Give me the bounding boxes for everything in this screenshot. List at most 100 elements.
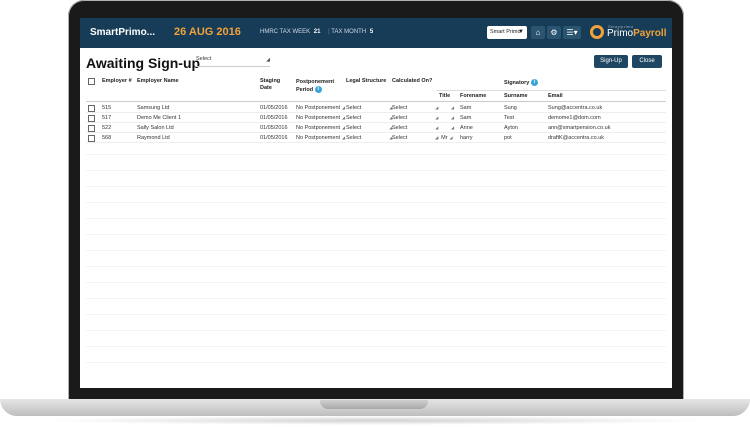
- calculated-on-value: Select: [392, 105, 408, 111]
- col-postponement[interactable]: Period i: [296, 86, 322, 94]
- cell-staging-date: 01/05/2016: [260, 125, 288, 131]
- row-checkbox[interactable]: [88, 115, 95, 122]
- row-checkbox[interactable]: [88, 125, 95, 132]
- ruled-line: [86, 298, 666, 299]
- info-icon[interactable]: i: [314, 86, 322, 93]
- postponement-select[interactable]: No Postponement ◢: [296, 105, 345, 111]
- row-divider: [86, 112, 666, 113]
- col-title[interactable]: Title: [439, 93, 450, 100]
- legal-structure-select[interactable]: Select ◢: [346, 115, 392, 121]
- legal-structure-value: Select: [346, 105, 362, 111]
- select-grip-icon: ◢: [451, 125, 455, 130]
- col-legal-structure[interactable]: Legal Structure: [346, 78, 386, 85]
- legal-structure-select[interactable]: Select ◢: [346, 105, 392, 111]
- cell-surname[interactable]: pot: [504, 135, 512, 141]
- postponement-select[interactable]: No Postponement ◢: [296, 135, 345, 141]
- ruled-line: [86, 330, 666, 331]
- postponement-value: No Postponement: [296, 105, 341, 111]
- legal-structure-select[interactable]: Select ◢: [346, 135, 392, 141]
- cell-surname[interactable]: Sung: [504, 105, 517, 111]
- laptop-shadow: [40, 416, 710, 425]
- cell-email[interactable]: Sung@accentra.co.uk: [548, 105, 602, 111]
- col-employer-name[interactable]: Employer Name: [137, 78, 179, 85]
- cell-surname[interactable]: Test: [504, 115, 514, 121]
- row-checkbox[interactable]: [88, 135, 95, 142]
- cell-staging-date: 01/05/2016: [260, 115, 288, 121]
- title-select[interactable]: ◢: [439, 115, 454, 121]
- ruled-line: [86, 234, 666, 235]
- calculated-on-select[interactable]: Select ◢: [392, 105, 438, 111]
- postponement-value: No Postponement: [296, 125, 341, 131]
- select-grip-icon: ◢: [435, 125, 439, 130]
- sign-up-button[interactable]: Sign-Up: [594, 55, 628, 68]
- select-all-checkbox[interactable]: [88, 78, 95, 85]
- col-calculated-on[interactable]: Calculated On?: [392, 78, 432, 85]
- cell-forename[interactable]: Sam: [460, 115, 471, 121]
- col-staging-date-line1[interactable]: Staging: [260, 78, 280, 85]
- calculated-on-value: Select: [392, 125, 408, 131]
- ruled-line: [86, 250, 666, 251]
- select-grip-icon: ◢: [342, 115, 346, 120]
- ruled-line: [86, 170, 666, 171]
- filter-select[interactable]: Select ◢: [196, 56, 270, 67]
- cell-surname[interactable]: Ayton: [504, 125, 518, 131]
- cell-forename[interactable]: Sam: [460, 105, 471, 111]
- postponement-select[interactable]: No Postponement ◢: [296, 115, 345, 121]
- col-email[interactable]: Email: [548, 93, 563, 100]
- col-surname[interactable]: Surname: [504, 93, 528, 100]
- cell-forename[interactable]: harry: [460, 135, 473, 141]
- title-select[interactable]: ◢ Mr ◢: [435, 135, 453, 141]
- cell-employer-name: Samsung Ltd: [137, 105, 170, 111]
- ruled-line: [86, 154, 666, 155]
- logo-name-primo: Primo: [607, 28, 634, 39]
- title-select[interactable]: ◢: [439, 125, 454, 131]
- tax-week-label: HMRC TAX WEEK: [260, 29, 311, 35]
- col-signatory-label: Signatory: [504, 79, 530, 86]
- menu-button[interactable]: ☰▾: [563, 26, 581, 39]
- menu-icon: ☰▾: [566, 28, 578, 37]
- title-select[interactable]: ◢: [439, 105, 454, 111]
- info-icon[interactable]: i: [530, 79, 538, 86]
- select-grip-icon: ◢: [451, 105, 455, 110]
- settings-button[interactable]: ⚙: [547, 26, 561, 39]
- select-grip-icon: ◢: [435, 135, 439, 140]
- app-screen: SmartPrimo... 26 AUG 2016 HMRC TAX WEEK …: [80, 18, 672, 388]
- col-signatory[interactable]: Signatory i: [504, 79, 538, 87]
- cell-email[interactable]: demome1@dom.com: [548, 115, 601, 121]
- cell-email[interactable]: draftK@accentra.co.uk: [548, 135, 604, 141]
- meta-divider: |: [328, 29, 330, 35]
- select-grip-icon: ◢: [449, 135, 453, 140]
- home-button[interactable]: ⌂: [531, 26, 545, 39]
- select-grip-icon: ◢: [342, 105, 346, 110]
- col-staging-date-line2[interactable]: Date: [260, 85, 272, 92]
- select-grip-icon: ◢: [435, 115, 439, 120]
- col-employer-no[interactable]: Employer #: [102, 78, 132, 85]
- logo-name-payroll: Payroll: [633, 28, 667, 39]
- cell-forename[interactable]: Anne: [460, 125, 473, 131]
- logo-name: PrimoPayroll: [607, 28, 666, 39]
- brand-name[interactable]: SmartPrimo...: [90, 27, 155, 38]
- legal-structure-select[interactable]: Select ◢: [346, 125, 392, 131]
- ruled-line: [86, 314, 666, 315]
- cell-email[interactable]: ann@smartpension.co.uk: [548, 125, 610, 131]
- calculated-on-select[interactable]: Select ◢: [392, 115, 438, 121]
- row-divider: [86, 142, 666, 143]
- tax-month-label: TAX MONTH: [331, 29, 367, 35]
- postponement-select[interactable]: No Postponement ◢: [296, 125, 345, 131]
- legal-structure-value: Select: [346, 135, 362, 141]
- close-button[interactable]: Close: [632, 55, 662, 68]
- cell-staging-date: 01/05/2016: [260, 135, 288, 141]
- select-grip-icon: ◢: [435, 105, 439, 110]
- ruled-line: [86, 346, 666, 347]
- top-bar: SmartPrimo... 26 AUG 2016 HMRC TAX WEEK …: [80, 18, 672, 48]
- cell-employer-no: 522: [102, 125, 112, 131]
- ruled-line: [86, 266, 666, 267]
- calculated-on-select[interactable]: Select ◢: [392, 135, 438, 141]
- tax-month-value: 5: [369, 29, 374, 35]
- col-postponement-line1[interactable]: Postponement: [296, 79, 334, 86]
- calculated-on-select[interactable]: Select ◢: [392, 125, 438, 131]
- laptop-notch: [320, 400, 428, 409]
- company-select[interactable]: Smart Primo ▼: [487, 26, 527, 39]
- col-forename[interactable]: Forename: [460, 93, 486, 100]
- row-checkbox[interactable]: [88, 105, 95, 112]
